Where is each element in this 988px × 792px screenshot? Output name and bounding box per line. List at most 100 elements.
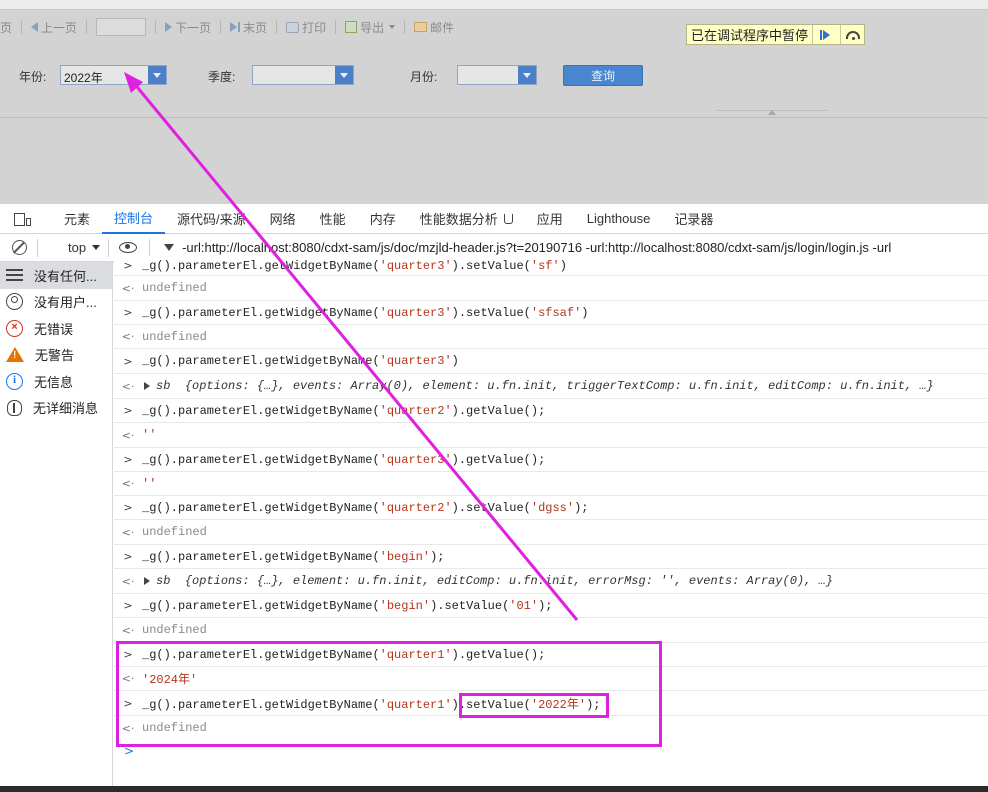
console-output-row: <· undefined (114, 520, 988, 545)
output-arrow-icon: <· (121, 574, 135, 588)
object-preview: sb {options: {…}, element: u.fn.init, ed… (156, 574, 833, 588)
flask-icon (503, 213, 513, 224)
sidebar-item-warnings[interactable]: 无警告 (0, 342, 112, 369)
chevron-down-icon (340, 72, 348, 78)
clear-console-icon[interactable] (12, 240, 27, 255)
console-output-row[interactable]: <· sb {options: {…}, element: u.fn.init,… (114, 569, 988, 594)
result-text: '' (142, 476, 157, 491)
result-text: undefined (142, 281, 207, 295)
input-chevron-icon: > (123, 501, 133, 514)
tab-network[interactable]: 网络 (258, 204, 308, 234)
output-arrow-icon: <· (121, 330, 135, 343)
next-page-label: 下一页 (175, 20, 212, 35)
command-text: _g().parameterEl.getWidgetByName('quarte… (142, 305, 589, 320)
console-input-row: > _g().parameterEl.getWidgetByName('quar… (114, 301, 988, 325)
filter-bar: 年份: 2022年 季度: 月份: 查询 (0, 62, 988, 90)
export-button[interactable]: 导出 (345, 19, 396, 36)
tab-memory[interactable]: 内存 (358, 204, 408, 234)
year-label: 年份: (19, 70, 47, 84)
tab-elements[interactable]: 元素 (52, 204, 102, 234)
divider (0, 117, 988, 118)
sidebar-item-label: 无错误 (34, 321, 74, 337)
output-arrow-icon: <· (121, 477, 135, 490)
sidebar-item-info[interactable]: i 无信息 (0, 368, 112, 395)
console-input-row: > _g().parameterEl.getWidgetByName('quar… (114, 349, 988, 374)
last-page-button[interactable]: 末页 (230, 19, 267, 36)
output-arrow-icon: <· (121, 623, 135, 637)
report-area: 首页 上一页 下一页 末页 打印 (0, 0, 988, 204)
month-label: 月份: (410, 70, 438, 84)
month-dropdown-button[interactable] (518, 66, 536, 84)
input-chevron-icon: > (123, 550, 133, 563)
toolbar-divider (86, 20, 88, 34)
page-number-input[interactable] (96, 18, 147, 36)
user-icon (6, 293, 23, 311)
console-output-row: <· undefined (114, 276, 988, 301)
tab-recorder[interactable]: 记录器 (662, 204, 725, 234)
expand-triangle-icon[interactable] (144, 382, 150, 390)
sidebar-item-user-messages[interactable]: 没有用户... (0, 289, 112, 316)
resume-icon (819, 29, 830, 40)
console-input-row: > _g().parameterEl.getWidgetByName('begi… (114, 594, 988, 618)
command-text: _g().parameterEl.getWidgetByName('begin'… (142, 598, 553, 613)
tab-performance-insights-label: 性能数据分析 (419, 212, 498, 227)
year-select[interactable]: 2022年 (60, 65, 167, 85)
sidebar-item-messages[interactable]: 没有任何... (0, 262, 112, 289)
step-over-button[interactable] (840, 25, 864, 44)
collapse-handle[interactable] (716, 110, 828, 117)
console-input-row: > _g().parameterEl.getWidgetByName('quar… (114, 399, 988, 423)
next-arrow-icon (165, 22, 173, 32)
quarter-dropdown-button[interactable] (335, 66, 353, 84)
toolbar-divider (220, 20, 222, 34)
year-dropdown-button[interactable] (148, 66, 166, 84)
quarter-select[interactable] (252, 65, 354, 85)
mail-button[interactable]: 邮件 (414, 19, 454, 36)
print-button[interactable]: 打印 (286, 19, 326, 36)
input-chevron-icon: > (123, 599, 133, 612)
toolbar-divider (108, 238, 110, 257)
query-button[interactable]: 查询 (563, 65, 643, 86)
sidebar-item-label: 无信息 (34, 374, 74, 390)
filter-icon (164, 244, 175, 251)
command-text: _g().parameterEl.getWidgetByName('quarte… (142, 452, 546, 467)
tab-performance[interactable]: 性能 (308, 204, 358, 234)
month-select[interactable] (457, 65, 537, 85)
page: 首页 上一页 下一页 末页 打印 (0, 0, 988, 792)
tab-application[interactable]: 应用 (525, 204, 575, 234)
result-text: undefined (142, 623, 207, 637)
console-filter-input[interactable]: -url:http://localhost:8080/cdxt-sam/js/d… (182, 240, 891, 255)
tab-sources[interactable]: 源代码/来源 (165, 204, 258, 234)
next-page-button[interactable]: 下一页 (165, 19, 211, 36)
context-value: top (68, 240, 87, 255)
first-page-label: 首页 (0, 20, 13, 35)
sidebar-item-errors[interactable]: × 无错误 (0, 315, 112, 342)
prev-page-button[interactable]: 上一页 (31, 19, 77, 36)
resume-button[interactable] (812, 25, 836, 44)
input-chevron-icon: > (123, 259, 133, 272)
tab-lighthouse[interactable]: Lighthouse (575, 204, 663, 234)
expand-triangle-icon[interactable] (144, 577, 150, 585)
device-toolbar-icon[interactable] (14, 212, 32, 226)
console-output-row: <· undefined (114, 618, 988, 643)
chevron-down-icon (153, 72, 161, 78)
toolbar-divider (37, 238, 38, 257)
sidebar-item-verbose[interactable]: 无详细消息 (0, 395, 112, 422)
live-expression-eye-icon[interactable] (119, 242, 138, 253)
input-chevron-icon: > (123, 354, 133, 368)
first-page-button[interactable]: 首页 (0, 19, 12, 36)
command-text: _g().parameterEl.getWidgetByName('quarte… (142, 354, 459, 368)
chevron-down-icon (92, 245, 101, 250)
tab-performance-insights[interactable]: 性能数据分析 (408, 204, 525, 234)
console-input-row: > _g().parameterEl.getWidgetByName('quar… (114, 448, 988, 472)
toolbar-divider (155, 20, 157, 34)
input-chevron-icon: > (123, 306, 133, 319)
output-arrow-icon: <· (121, 525, 135, 539)
tab-console[interactable]: 控制台 (102, 204, 166, 234)
report-toolbar: 首页 上一页 下一页 末页 打印 (0, 14, 454, 40)
prev-page-label: 上一页 (41, 20, 78, 35)
console-output-row: <· '' (114, 472, 988, 496)
context-selector[interactable]: top (68, 240, 101, 255)
taskbar-edge (0, 786, 988, 792)
console-sidebar: 没有任何... 没有用户... × 无错误 无警告 i 无信息 无详细消息 (0, 262, 113, 788)
console-output-row[interactable]: <· sb {options: {…}, events: Array(0), e… (114, 374, 988, 399)
